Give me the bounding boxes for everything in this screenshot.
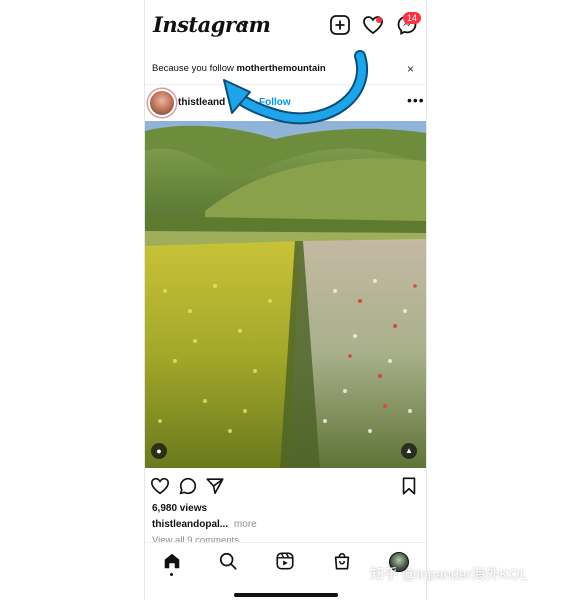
post-header: thistleand Follow ••• (145, 86, 426, 120)
suggestion-text: Because you follow motherthemountain (152, 63, 326, 74)
app-header: Instagram 14 (145, 0, 426, 50)
reels-icon[interactable] (275, 551, 295, 571)
notification-badge: 14 (403, 12, 421, 24)
shop-icon[interactable] (332, 551, 352, 571)
suggestion-account[interactable]: motherthemountain (237, 63, 326, 74)
view-count: 6,980 views (152, 503, 208, 514)
follow-button[interactable]: Follow (259, 97, 291, 108)
caption-username[interactable]: thistleandopal... (152, 519, 228, 530)
search-icon[interactable] (218, 551, 238, 571)
tagged-people-icon[interactable]: ● (151, 443, 167, 459)
home-icon[interactable] (162, 551, 182, 571)
landscape-image (145, 121, 426, 468)
suggestion-banner: Because you follow motherthemountain × (145, 50, 426, 85)
avatar[interactable] (148, 89, 176, 117)
close-icon[interactable]: × (407, 62, 414, 76)
new-post-icon[interactable] (329, 14, 351, 36)
post-actions (145, 474, 426, 500)
chevron-down-icon[interactable] (239, 21, 249, 28)
comment-icon[interactable] (178, 476, 198, 496)
like-icon[interactable] (150, 476, 170, 496)
watermark: 知乎 @Inpander海外KOL (370, 566, 528, 582)
bookmark-icon[interactable] (399, 476, 419, 496)
suggestion-prefix: Because you follow (152, 63, 237, 74)
instagram-logo[interactable]: Instagram (153, 12, 271, 37)
mute-icon[interactable]: ▲ (401, 443, 417, 459)
active-tab-indicator (170, 573, 173, 576)
post-media[interactable]: ● ▲ (145, 121, 426, 468)
post-username[interactable]: thistleand (178, 97, 225, 108)
phone-screen: Instagram 14 Because you follow motherth… (144, 0, 427, 600)
caption-more-link[interactable]: more (234, 519, 257, 530)
caption: thistleandopal... more (152, 519, 257, 530)
more-options-icon[interactable]: ••• (407, 92, 425, 108)
share-icon[interactable] (205, 476, 225, 496)
activity-dot (376, 17, 382, 23)
home-indicator (234, 593, 338, 597)
